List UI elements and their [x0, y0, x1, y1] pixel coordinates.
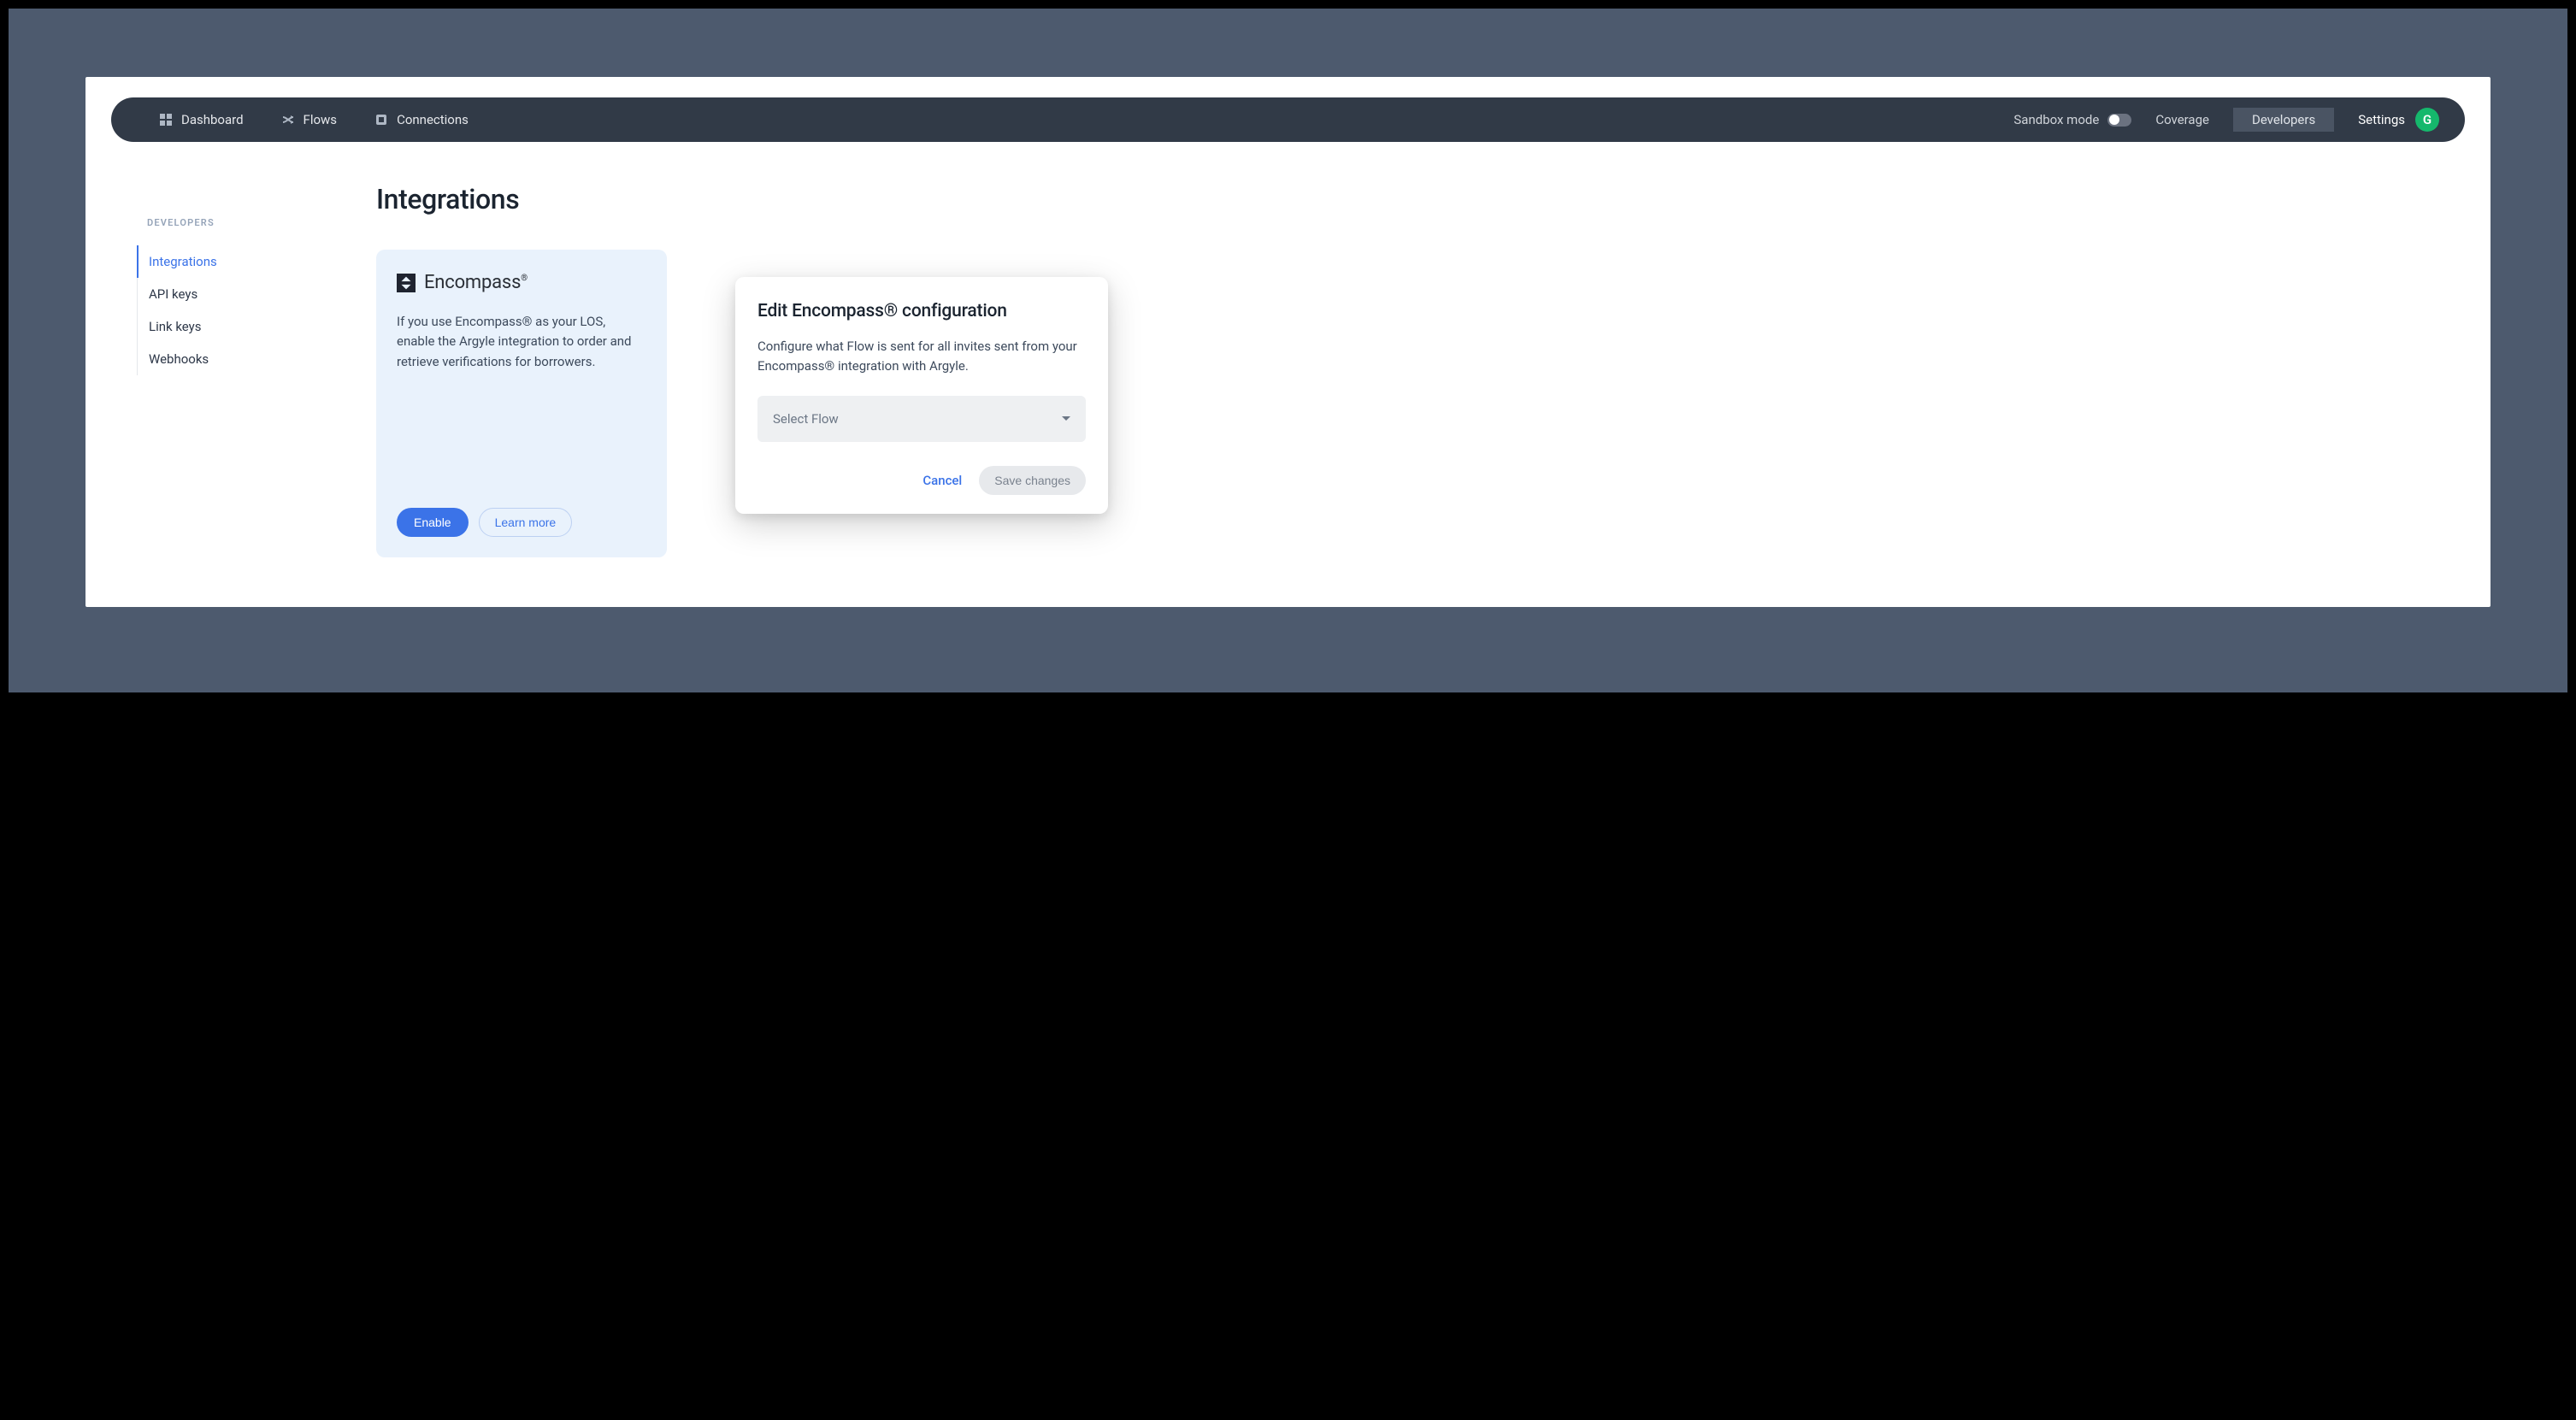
nav-developers[interactable]: Developers	[2233, 108, 2334, 132]
sandbox-toggle[interactable]	[2107, 114, 2131, 127]
flow-select-placeholder: Select Flow	[773, 411, 839, 427]
modal-title: Edit Encompass® configuration	[757, 301, 1086, 321]
dashboard-icon	[159, 113, 173, 127]
sidebar-item-integrations[interactable]: Integrations	[137, 245, 342, 278]
modal-description: Configure what Flow is sent for all invi…	[757, 337, 1086, 377]
nav-flows[interactable]: Flows	[281, 112, 338, 127]
sidebar-item-link-keys[interactable]: Link keys	[137, 310, 342, 343]
integration-brand: Encompass®	[424, 272, 528, 293]
sidebar: DEVELOPERS Integrations API keys Link ke…	[137, 183, 342, 557]
main-content: Integrations Encompass® If you use Encom…	[376, 183, 2439, 557]
sandbox-label: Sandbox mode	[2013, 112, 2099, 127]
cancel-button[interactable]: Cancel	[923, 473, 962, 488]
learn-more-button[interactable]: Learn more	[479, 508, 573, 537]
sidebar-item-webhooks[interactable]: Webhooks	[137, 343, 342, 375]
nav-connections-label: Connections	[397, 112, 469, 127]
flows-icon	[281, 113, 295, 127]
sandbox-toggle-wrap: Sandbox mode	[2013, 112, 2131, 127]
nav-flows-label: Flows	[304, 112, 338, 127]
nav-settings-label: Settings	[2358, 112, 2405, 127]
connections-icon	[374, 113, 388, 127]
page-title: Integrations	[376, 183, 2439, 215]
sidebar-item-api-keys[interactable]: API keys	[137, 278, 342, 310]
top-navbar: Dashboard Flows Connections Sand	[111, 97, 2465, 142]
app-window: Dashboard Flows Connections Sand	[85, 77, 2491, 607]
integration-description: If you use Encompass® as your LOS, enabl…	[397, 312, 646, 372]
encompass-logo-icon	[397, 274, 416, 292]
sidebar-title: DEVELOPERS	[137, 217, 342, 228]
nav-dashboard[interactable]: Dashboard	[159, 112, 244, 127]
enable-button[interactable]: Enable	[397, 508, 469, 537]
nav-dashboard-label: Dashboard	[181, 112, 244, 127]
nav-coverage[interactable]: Coverage	[2155, 112, 2209, 127]
save-changes-button[interactable]: Save changes	[979, 466, 1086, 495]
nav-connections[interactable]: Connections	[374, 112, 469, 127]
integration-card-encompass: Encompass® If you use Encompass® as your…	[376, 250, 667, 557]
avatar[interactable]: G	[2415, 108, 2439, 132]
avatar-letter: G	[2423, 112, 2432, 127]
sidebar-list: Integrations API keys Link keys Webhooks	[137, 245, 342, 375]
chevron-down-icon	[1062, 416, 1070, 421]
edit-config-modal: Edit Encompass® configuration Configure …	[735, 277, 1108, 514]
nav-settings[interactable]: Settings G	[2358, 108, 2444, 132]
flow-select[interactable]: Select Flow	[757, 396, 1086, 442]
